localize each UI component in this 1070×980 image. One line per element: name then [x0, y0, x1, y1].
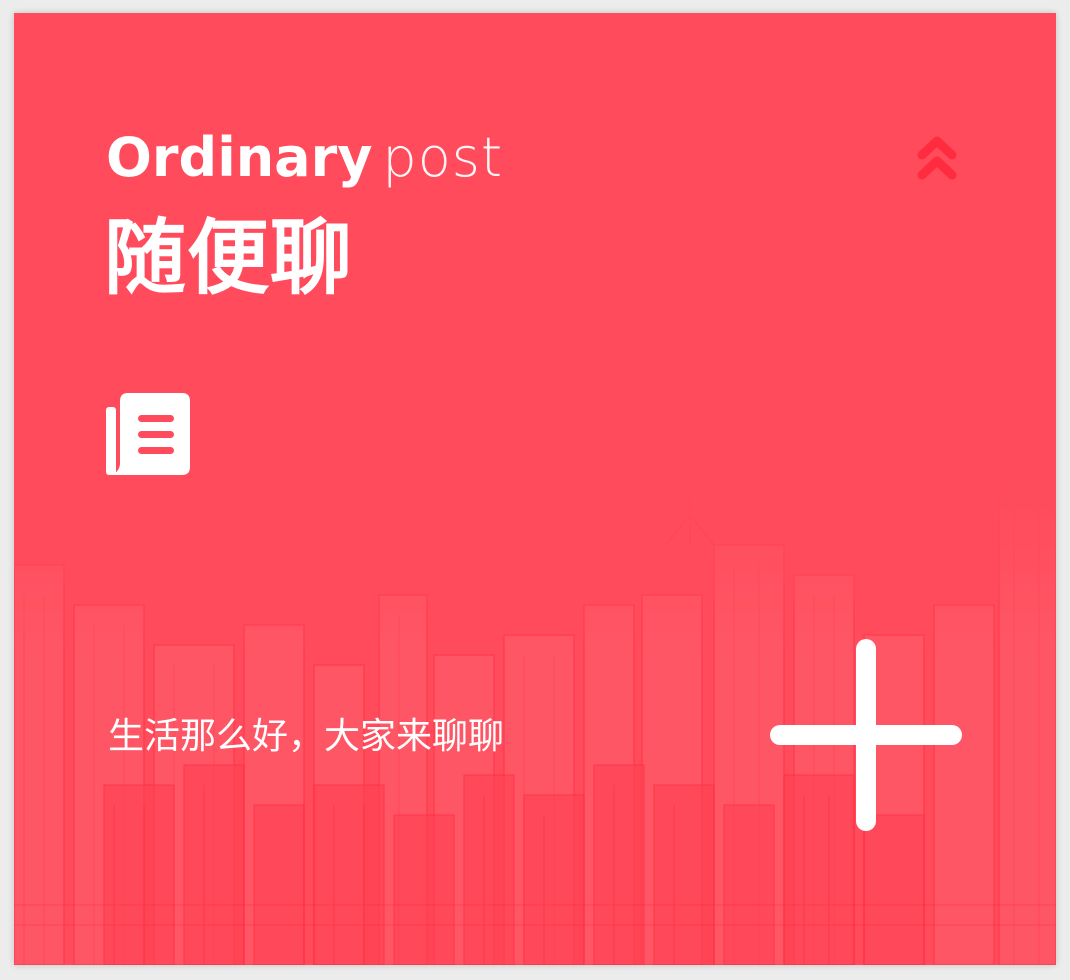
card-title-english: Ordinary post: [106, 125, 503, 191]
title-english-bold: Ordinary: [106, 126, 373, 189]
card-title-chinese: 随便聊: [104, 211, 354, 306]
collapse-button[interactable]: [914, 131, 960, 187]
newspaper-icon: [106, 393, 190, 475]
plus-icon-vertical: [856, 639, 876, 831]
ordinary-post-card[interactable]: Ordinary post 随便聊 生活那么好，大家来聊聊: [14, 13, 1056, 965]
title-english-light: post: [382, 126, 504, 189]
post-type-icon: [106, 393, 190, 475]
card-tagline: 生活那么好，大家来聊聊: [108, 716, 505, 757]
double-chevron-up-icon: [917, 136, 957, 180]
add-post-button[interactable]: [770, 639, 962, 831]
